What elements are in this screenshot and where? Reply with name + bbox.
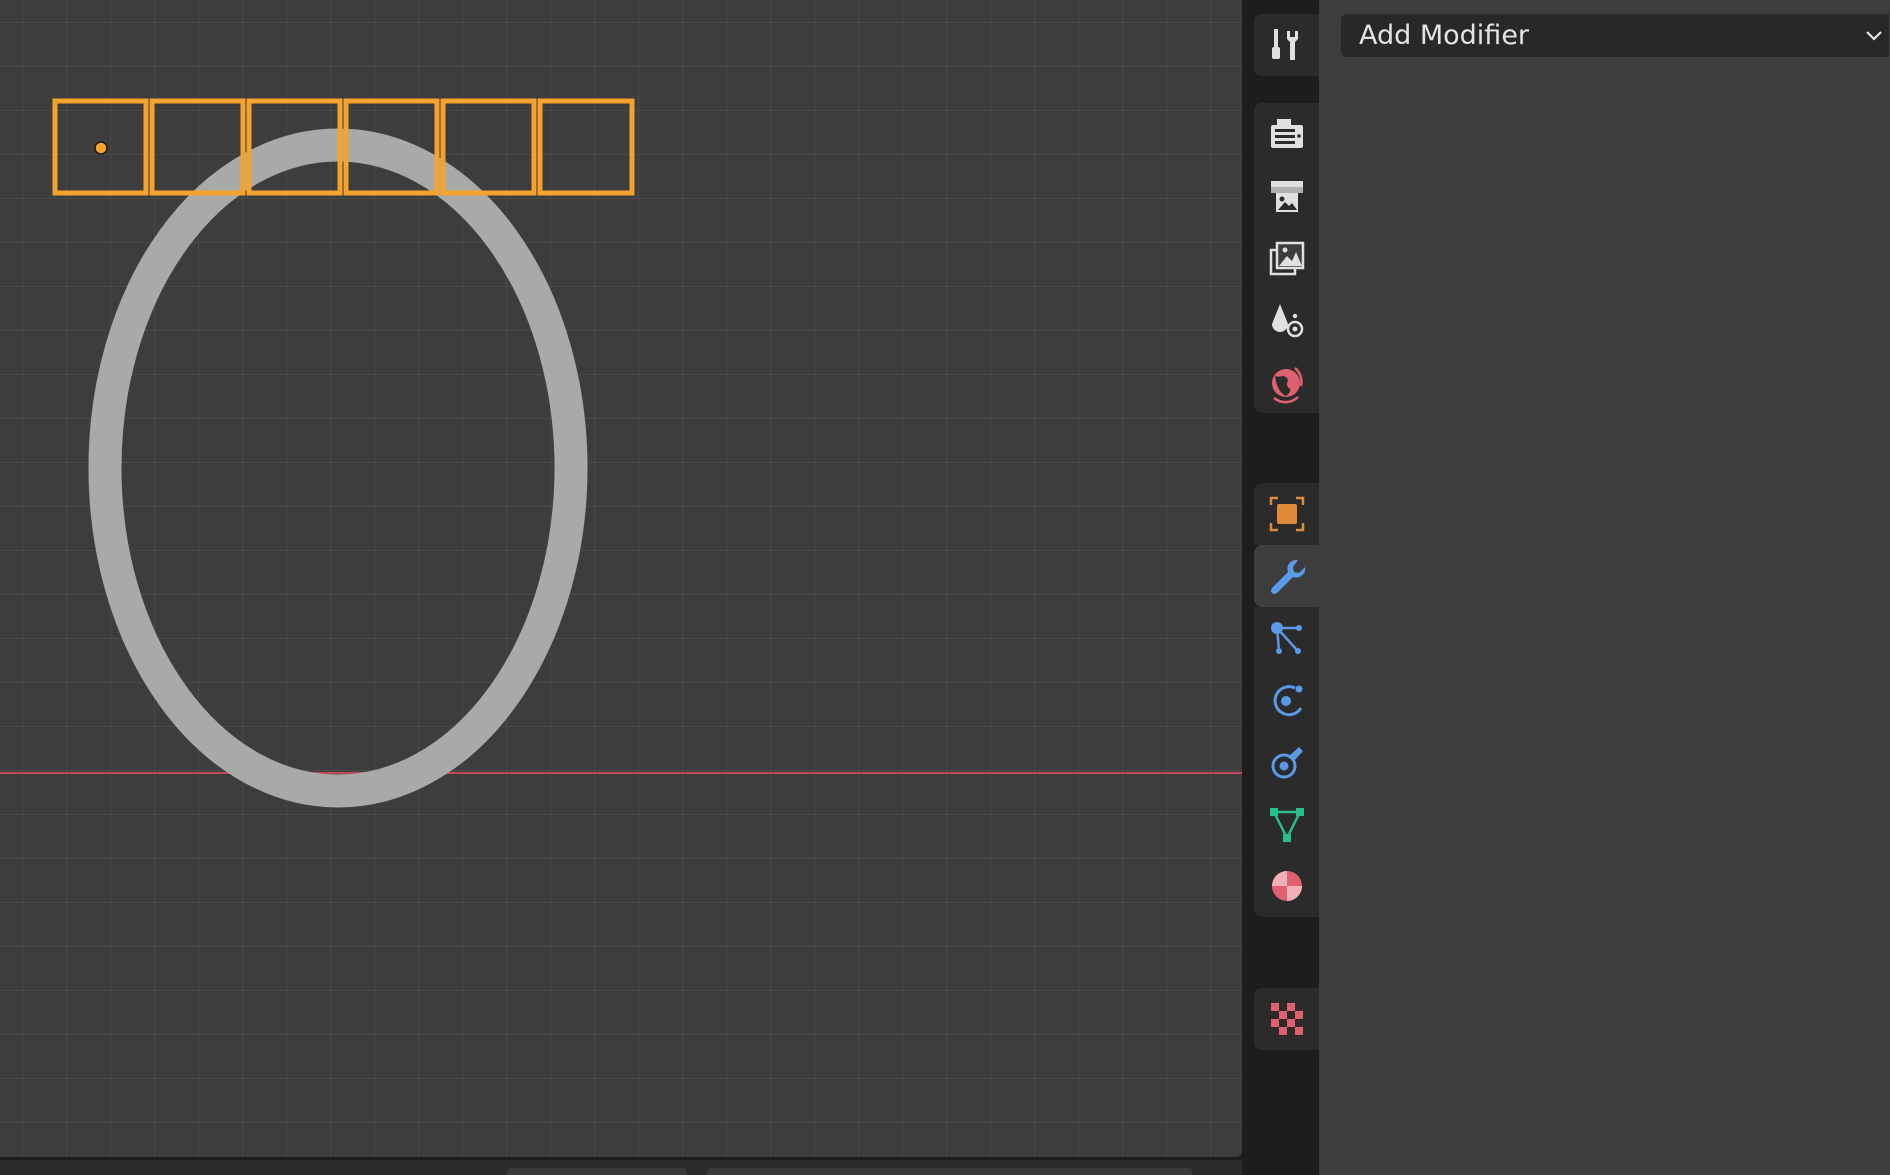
selected-cube-array[interactable]	[52, 98, 635, 196]
cube-6	[537, 98, 635, 196]
tab-object[interactable]	[1254, 483, 1319, 545]
properties-editor: Add Modifier	[1319, 0, 1890, 1175]
tab-tool[interactable]	[1254, 14, 1319, 76]
object-origin-dot	[94, 141, 108, 155]
add-modifier-dropdown[interactable]: Add Modifier	[1341, 14, 1889, 57]
render-camera-icon	[1270, 119, 1303, 148]
tab-data[interactable]	[1254, 793, 1319, 855]
tab-scene[interactable]	[1254, 289, 1319, 351]
tab-constraints[interactable]	[1254, 731, 1319, 793]
particles-icon	[1270, 622, 1302, 654]
material-sphere-icon	[1271, 871, 1302, 901]
tab-texture[interactable]	[1254, 988, 1319, 1050]
tab-world[interactable]	[1254, 351, 1319, 413]
tab-render[interactable]	[1254, 103, 1319, 165]
chevron-down-icon	[1866, 31, 1882, 41]
world-globe-icon	[1271, 367, 1303, 404]
view-layer-images-icon	[1269, 241, 1304, 276]
viewport-scene	[0, 98, 1242, 808]
properties-tab-bar	[1242, 0, 1319, 1175]
tab-modifiers[interactable]	[1254, 545, 1319, 607]
physics-orbit-icon	[1273, 685, 1302, 717]
add-modifier-label: Add Modifier	[1359, 20, 1530, 51]
ring-object[interactable]	[88, 128, 588, 808]
tab-view-layer[interactable]	[1254, 227, 1319, 289]
output-printer-icon	[1270, 181, 1303, 212]
tab-output[interactable]	[1254, 165, 1319, 227]
tab-physics[interactable]	[1254, 669, 1319, 731]
strip-tab	[707, 1168, 1192, 1175]
tab-particles[interactable]	[1254, 607, 1319, 669]
object-square-icon	[1269, 496, 1304, 532]
strip-tab	[507, 1168, 687, 1175]
texture-checker-icon	[1270, 1003, 1303, 1035]
mesh-data-triangle-icon	[1269, 808, 1304, 842]
modifier-wrench-icon	[1270, 559, 1305, 595]
tab-material[interactable]	[1254, 855, 1319, 917]
constraints-icon	[1271, 747, 1303, 779]
scene-shapes-icon	[1271, 304, 1303, 338]
tool-wrench-screwdriver-icon	[1271, 29, 1298, 60]
3d-viewport[interactable]	[0, 0, 1242, 1157]
